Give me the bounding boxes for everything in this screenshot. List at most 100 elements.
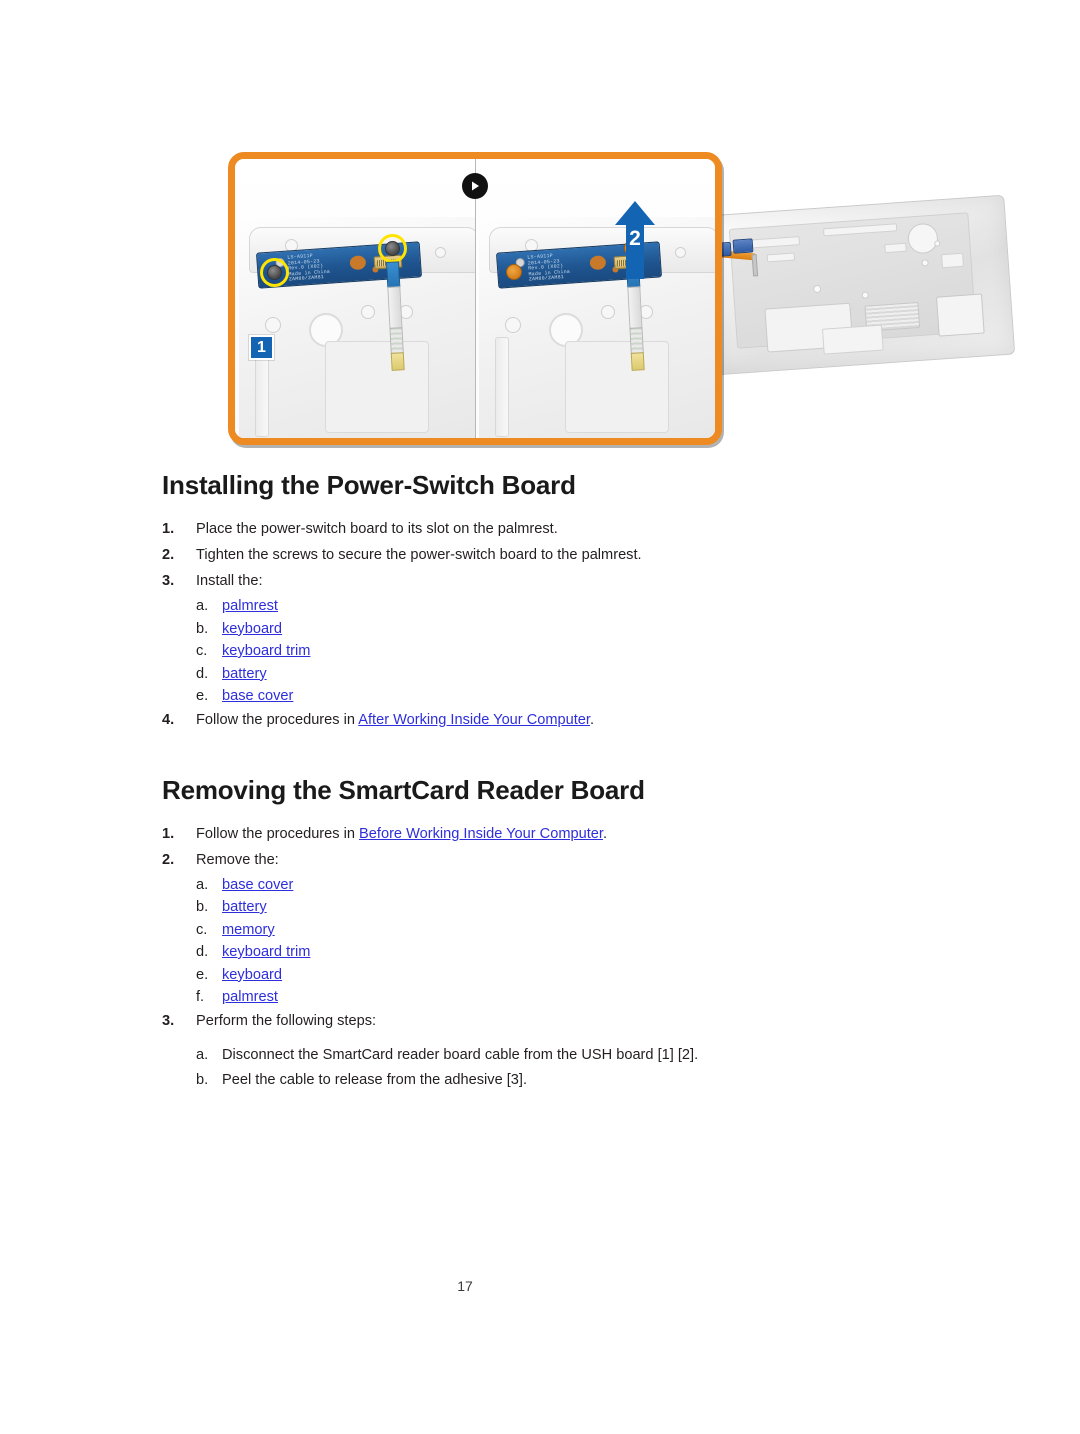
play-icon	[462, 173, 488, 199]
substep-item: c. keyboard trim	[0, 640, 1080, 663]
substeps-list: a. Disconnect the SmartCard reader board…	[0, 1043, 1080, 1093]
substep-item: a. base cover	[0, 874, 1080, 897]
step-text: Place the power-switch board to its slot…	[196, 521, 558, 537]
substep-marker: b.	[196, 620, 209, 637]
power-switch-board-figure: LS-A911P 2014-05-23 Rev.0 (X02) Made in …	[0, 140, 1080, 460]
step-item: 2. Tighten the screws to secure the powe…	[0, 543, 1080, 568]
document-content: Installing the Power-Switch Board 1. Pla…	[0, 470, 1080, 1093]
screw-highlight-ring	[378, 234, 407, 263]
step-text-prefix: Follow the procedures in	[196, 711, 359, 728]
ush-board-connector	[732, 238, 754, 254]
substep-marker: d.	[196, 944, 209, 960]
ribbon-blue-segment	[386, 261, 401, 288]
substep-item: e. base cover	[0, 685, 1080, 708]
step-item: 3. Perform the following steps:	[0, 1009, 1080, 1034]
base-ridge	[495, 337, 509, 437]
link-memory[interactable]: memory	[222, 922, 275, 938]
substep-marker: b.	[196, 1071, 209, 1088]
link-keyboard-trim[interactable]: keyboard trim	[222, 944, 310, 960]
step-item: 1. Place the power-switch board to its s…	[0, 517, 1080, 542]
steps-list: 1. Follow the procedures in Before Worki…	[0, 822, 1080, 1093]
step-text: Perform the following steps:	[196, 1012, 377, 1029]
callout-arrow-2: 2	[615, 201, 655, 279]
substep-marker: c.	[196, 921, 208, 938]
substeps-list: a. palmrest b. keyboard c. keyboard trim…	[0, 595, 1080, 708]
step-item: 1. Follow the procedures in Before Worki…	[0, 822, 1080, 847]
link-base-cover[interactable]: base cover	[222, 688, 293, 704]
steps-list: 1. Place the power-switch board to its s…	[0, 517, 1080, 733]
pcb-copper-pad	[589, 255, 607, 271]
figure-divider	[475, 159, 476, 438]
step-marker: 3.	[162, 573, 175, 589]
pcb-silkscreen-text: LS-A911P 2014-05-23 Rev.0 (X02) Made in …	[527, 252, 571, 283]
substep-item: b. Peel the cable to release from the ad…	[0, 1068, 1080, 1093]
substep-marker: a.	[196, 1046, 209, 1063]
link-palmrest[interactable]: palmrest	[222, 989, 278, 1005]
link-base-cover[interactable]: base cover	[222, 877, 293, 893]
figure-frame: LS-A911P 2014-05-23 Rev.0 (X02) Made in …	[228, 152, 722, 445]
figure-panel-before: LS-A911P 2014-05-23 Rev.0 (X02) Made in …	[235, 159, 475, 438]
figure-panel-after: LS-A911P 2014-05-23 Rev.0 (X02) Made in …	[475, 159, 715, 438]
step-item: 3. Install the:	[0, 569, 1080, 594]
step-item: 2. Remove the:	[0, 848, 1080, 873]
substep-marker: a.	[196, 598, 209, 614]
pcb-silkscreen-text: LS-A911P 2014-05-23 Rev.0 (X02) Made in …	[287, 252, 331, 283]
base-hole	[505, 317, 521, 333]
substep-marker: e.	[196, 688, 209, 704]
callout-badge-1: 1	[249, 335, 274, 360]
substep-item: d. keyboard trim	[0, 941, 1080, 964]
base-hole	[361, 305, 375, 319]
figure-inner: LS-A911P 2014-05-23 Rev.0 (X02) Made in …	[235, 159, 715, 438]
document-page: LS-A911P 2014-05-23 Rev.0 (X02) Made in …	[0, 0, 1080, 1434]
ribbon-gray-segment	[627, 286, 643, 329]
substeps-list: a. base cover b. battery c. memory d. ke…	[0, 874, 1080, 1009]
step-item: 4. Follow the procedures in After Workin…	[0, 708, 1080, 733]
step-marker: 4.	[162, 711, 175, 728]
substep-marker: b.	[196, 899, 209, 915]
substep-marker: d.	[196, 665, 209, 682]
link-after-working-inside-your-computer[interactable]: After Working Inside Your Computer	[358, 712, 590, 728]
link-keyboard[interactable]: keyboard	[222, 621, 282, 637]
base-hole	[265, 317, 281, 333]
substep-item: e. keyboard	[0, 964, 1080, 987]
step-text: Tighten the screws to secure the power-s…	[196, 547, 642, 563]
substep-item: d. battery	[0, 663, 1080, 686]
substep-item: c. memory	[0, 919, 1080, 942]
ribbon-contact-pad	[390, 352, 405, 371]
base-pad	[325, 341, 429, 433]
link-before-working-inside-your-computer[interactable]: Before Working Inside Your Computer	[359, 826, 603, 842]
link-keyboard[interactable]: keyboard	[222, 967, 282, 983]
page-number: 17	[457, 1278, 473, 1294]
link-keyboard-trim[interactable]: keyboard trim	[222, 643, 310, 659]
substep-marker: c.	[196, 643, 208, 659]
step-text: Remove the:	[196, 851, 279, 868]
palmrest-slot	[821, 324, 884, 355]
step-text-suffix: .	[602, 825, 608, 842]
substep-marker: f.	[196, 989, 205, 1005]
page-title: Removing the SmartCard Reader Board	[162, 774, 645, 805]
substep-item: b. keyboard	[0, 618, 1080, 641]
pcb-copper-pad	[349, 255, 367, 271]
substep-item: f. palmrest	[0, 986, 1080, 1009]
palmrest-body	[704, 194, 1016, 376]
step-marker: 2.	[162, 851, 175, 868]
step-marker: 1.	[162, 825, 175, 842]
step-marker: 3.	[162, 1012, 175, 1029]
link-battery[interactable]: battery	[222, 666, 267, 682]
step-text-prefix: Follow the procedures in	[196, 825, 360, 842]
ribbon-gray-segment	[387, 286, 403, 329]
substep-text: Peel the cable to release from the adhes…	[222, 1071, 528, 1088]
substep-item: a. Disconnect the SmartCard reader board…	[0, 1043, 1080, 1068]
step-marker: 2.	[162, 547, 175, 563]
base-hole	[435, 247, 446, 258]
substep-item: b. battery	[0, 896, 1080, 919]
empty-screw-hole	[506, 264, 522, 280]
link-palmrest[interactable]: palmrest	[222, 598, 278, 614]
link-battery[interactable]: battery	[222, 899, 267, 915]
substep-item: a. palmrest	[0, 595, 1080, 618]
step-text-suffix: .	[589, 711, 595, 728]
palmrest-slot	[941, 252, 964, 269]
palmrest-right-cutout	[936, 293, 985, 337]
base-pad	[565, 341, 669, 433]
step-marker: 1.	[162, 521, 175, 537]
